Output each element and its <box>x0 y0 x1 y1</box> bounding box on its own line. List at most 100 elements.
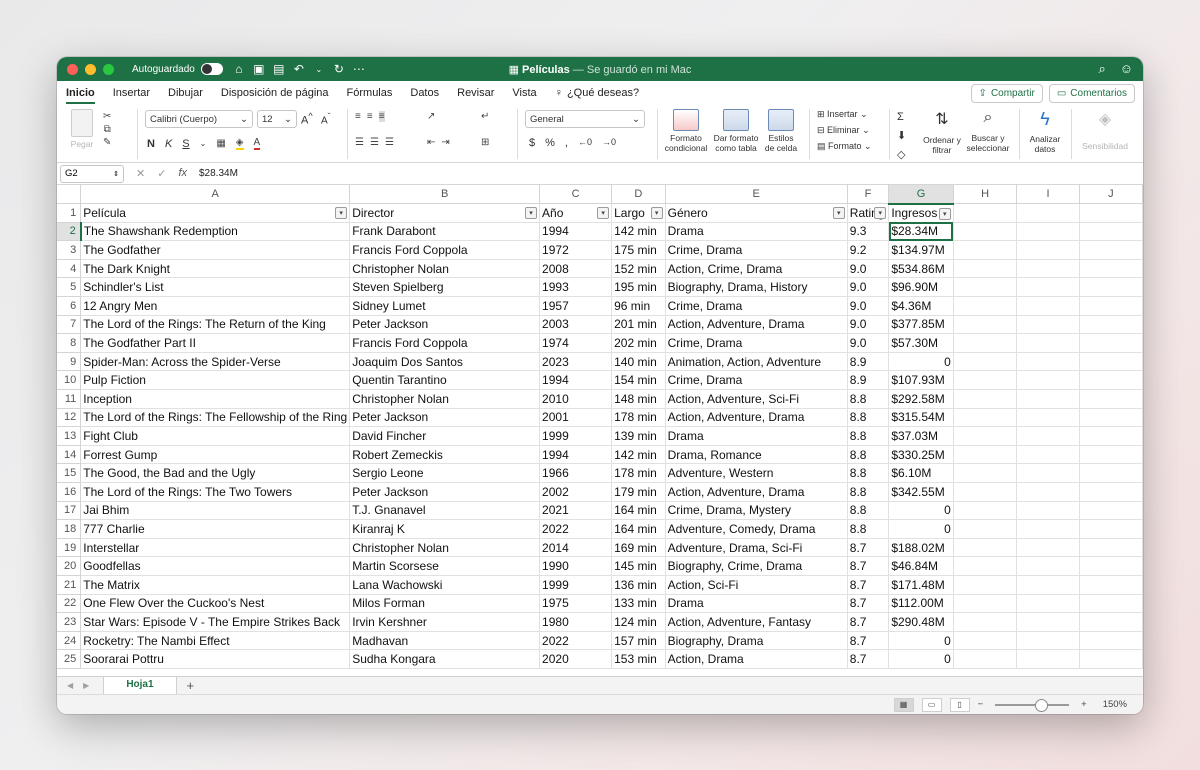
prev-sheet-icon[interactable]: ◀ <box>67 681 73 690</box>
cell[interactable]: Rocketry: The Nambi Effect <box>80 631 351 651</box>
align-top-icon[interactable]: ≡ <box>355 111 361 122</box>
row-header[interactable]: 11 <box>57 389 82 409</box>
cell[interactable]: 2002 <box>539 482 613 502</box>
tab-dibujar[interactable]: Dibujar <box>168 83 203 103</box>
analyze-data-button[interactable]: ϟ Analizar datos <box>1025 109 1065 154</box>
sensitivity-button[interactable]: ◈ Sensibilidad <box>1077 109 1133 151</box>
cell[interactable] <box>953 259 1018 279</box>
decrease-decimal-icon[interactable]: →0 <box>602 137 616 149</box>
cell[interactable]: 1966 <box>539 463 613 483</box>
tab-revisar[interactable]: Revisar <box>457 83 494 103</box>
next-sheet-icon[interactable]: ▶ <box>83 681 89 690</box>
cell[interactable]: $4.36M <box>888 296 954 316</box>
cell[interactable]: 8.7 <box>847 556 890 576</box>
fill-icon[interactable]: ⬇ <box>897 129 906 142</box>
italic-button[interactable]: K <box>165 138 172 150</box>
chevron-down-icon[interactable]: ⌄ <box>200 139 207 148</box>
align-left-icon[interactable]: ☰ <box>355 137 364 148</box>
cell[interactable]: Animation, Action, Adventure <box>665 352 848 372</box>
cell[interactable]: Jai Bhim <box>80 501 351 521</box>
cell[interactable]: 8.7 <box>847 631 890 651</box>
cell[interactable]: Soorarai Pottru <box>80 649 351 669</box>
align-right-icon[interactable]: ☰ <box>385 137 394 148</box>
cell[interactable] <box>1079 594 1143 614</box>
minimize-window-button[interactable] <box>85 63 96 75</box>
cell[interactable] <box>953 315 1018 335</box>
cell[interactable]: Biography, Drama <box>665 631 848 651</box>
cell[interactable]: One Flew Over the Cuckoo's Nest <box>80 594 351 614</box>
cell[interactable] <box>953 463 1018 483</box>
header-cell[interactable] <box>1079 203 1143 223</box>
cell[interactable]: Fight Club <box>80 426 351 446</box>
cell[interactable]: 2010 <box>539 389 613 409</box>
cell[interactable]: 8.7 <box>847 612 890 632</box>
tab-formulas[interactable]: Fórmulas <box>347 83 393 103</box>
cell[interactable]: 0 <box>888 649 954 669</box>
row-header[interactable]: 7 <box>57 315 82 335</box>
cell[interactable]: Christopher Nolan <box>349 389 541 409</box>
cell[interactable]: 142 min <box>611 222 666 242</box>
cell[interactable]: 0 <box>888 501 954 521</box>
autosave-toggle[interactable] <box>200 63 223 75</box>
cell[interactable] <box>953 352 1018 372</box>
cell[interactable]: T.J. Gnanavel <box>349 501 541 521</box>
cell[interactable]: 8.8 <box>847 408 890 428</box>
row-header[interactable]: 16 <box>57 482 82 502</box>
cell[interactable] <box>1079 222 1143 242</box>
cell[interactable]: 8.7 <box>847 538 890 558</box>
tab-disposicion[interactable]: Disposición de página <box>221 83 329 103</box>
align-center-icon[interactable]: ☰ <box>370 137 379 148</box>
cell[interactable]: 1999 <box>539 575 613 595</box>
cell[interactable] <box>1016 463 1080 483</box>
row-header[interactable]: 17 <box>57 501 82 521</box>
cell[interactable] <box>953 538 1018 558</box>
cell[interactable]: Action, Adventure, Fantasy <box>665 612 848 632</box>
cell[interactable]: $96.90M <box>888 277 954 298</box>
close-window-button[interactable] <box>67 63 78 75</box>
row-header[interactable]: 8 <box>57 333 82 353</box>
row-header[interactable]: 6 <box>57 296 82 316</box>
cell[interactable]: $377.85M <box>888 315 954 335</box>
cell[interactable]: Peter Jackson <box>349 482 541 502</box>
cell[interactable]: 9.0 <box>847 259 890 279</box>
percent-icon[interactable]: % <box>545 137 555 149</box>
cell[interactable]: 9.2 <box>847 240 890 260</box>
cell[interactable] <box>1079 277 1143 298</box>
cell[interactable] <box>1016 649 1080 669</box>
smiley-icon[interactable]: ☺ <box>1120 61 1133 77</box>
cell[interactable]: 142 min <box>611 445 666 465</box>
orientation-icon[interactable]: ↗ <box>427 111 435 122</box>
tab-vista[interactable]: Vista <box>512 83 536 103</box>
row-header[interactable]: 24 <box>57 631 82 651</box>
column-header-f[interactable]: F <box>847 185 890 205</box>
cell[interactable]: 8.7 <box>847 649 890 669</box>
page-break-view-button[interactable]: ▯ <box>949 697 970 712</box>
cell[interactable]: 777 Charlie <box>80 519 351 539</box>
paste-button[interactable]: Pegar <box>65 109 99 149</box>
cell[interactable]: The Shawshank Redemption <box>80 222 351 242</box>
cell[interactable] <box>953 222 1018 242</box>
comments-button[interactable]: ▭ Comentarios <box>1048 84 1135 103</box>
cell[interactable] <box>953 389 1018 409</box>
undo-icon[interactable]: ↶ <box>293 62 305 76</box>
save-icon[interactable]: ▣ <box>253 62 265 76</box>
cell[interactable]: Action, Adventure, Drama <box>665 315 848 335</box>
cell[interactable]: Crime, Drama <box>665 296 848 316</box>
save-as-icon[interactable]: ▤ <box>273 62 285 76</box>
cell[interactable]: 1980 <box>539 612 613 632</box>
cell[interactable]: 152 min <box>611 259 666 279</box>
row-header[interactable]: 4 <box>57 259 82 279</box>
cell[interactable]: Crime, Drama <box>665 240 848 260</box>
cell[interactable] <box>1079 408 1143 428</box>
cell[interactable]: Spider-Man: Across the Spider-Verse <box>80 352 351 372</box>
cell[interactable]: Adventure, Drama, Sci-Fi <box>665 538 848 558</box>
filter-dropdown-icon[interactable]: ▾ <box>938 207 951 220</box>
share-button[interactable]: ⇪ Compartir <box>970 84 1043 103</box>
header-cell[interactable]: Película ▾ <box>80 203 351 223</box>
cell[interactable]: The Godfather Part II <box>80 333 351 353</box>
cell[interactable]: $134.97M <box>888 240 954 260</box>
cell[interactable] <box>1016 259 1080 279</box>
cell[interactable]: Peter Jackson <box>349 315 541 335</box>
cell[interactable]: 0 <box>888 352 954 372</box>
cell[interactable]: 8.7 <box>847 594 890 614</box>
